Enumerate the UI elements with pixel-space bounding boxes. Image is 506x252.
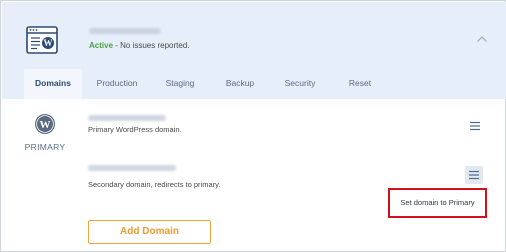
secondary-domain-menu-button[interactable]	[465, 166, 483, 184]
secondary-domain-description: Secondary domain, redirects to primary.	[88, 180, 221, 189]
site-name-redacted	[89, 28, 161, 34]
set-primary-menu-item[interactable]: Set domain to Primary	[390, 190, 485, 216]
wordpress-site-icon: W	[26, 26, 58, 54]
secondary-domain-name-redacted	[88, 165, 176, 171]
tab-reset[interactable]: Reset	[342, 69, 378, 99]
primary-badge: PRIMARY	[24, 142, 66, 152]
svg-text:W: W	[44, 38, 53, 48]
hamburger-menu-icon	[469, 170, 479, 180]
tab-domains[interactable]: Domains	[24, 69, 82, 99]
tab-staging[interactable]: Staging	[160, 69, 200, 99]
site-status: Active - No issues reported.	[89, 41, 190, 51]
primary-domain-name-redacted	[88, 115, 166, 121]
tab-backup[interactable]: Backup	[220, 69, 260, 99]
primary-domain-marker: W PRIMARY	[23, 113, 67, 152]
site-header: W Active - No issues reported. Domains P…	[2, 2, 506, 99]
tab-security[interactable]: Security	[280, 69, 320, 99]
domain-actions-dropdown: Set domain to Primary	[388, 188, 487, 218]
wordpress-logo-icon: W	[35, 114, 55, 134]
hamburger-menu-icon	[470, 121, 480, 131]
status-text: - No issues reported.	[113, 41, 190, 50]
primary-domain-menu-button[interactable]	[466, 117, 484, 135]
chevron-up-icon[interactable]	[476, 35, 488, 43]
panel-frame: W Active - No issues reported. Domains P…	[0, 0, 506, 252]
primary-domain-description: Primary WordPress domain.	[88, 125, 182, 134]
tab-production[interactable]: Production	[90, 69, 144, 99]
add-domain-button[interactable]: Add Domain	[88, 220, 211, 244]
svg-text:W: W	[40, 119, 51, 131]
status-active-label: Active	[89, 41, 114, 50]
